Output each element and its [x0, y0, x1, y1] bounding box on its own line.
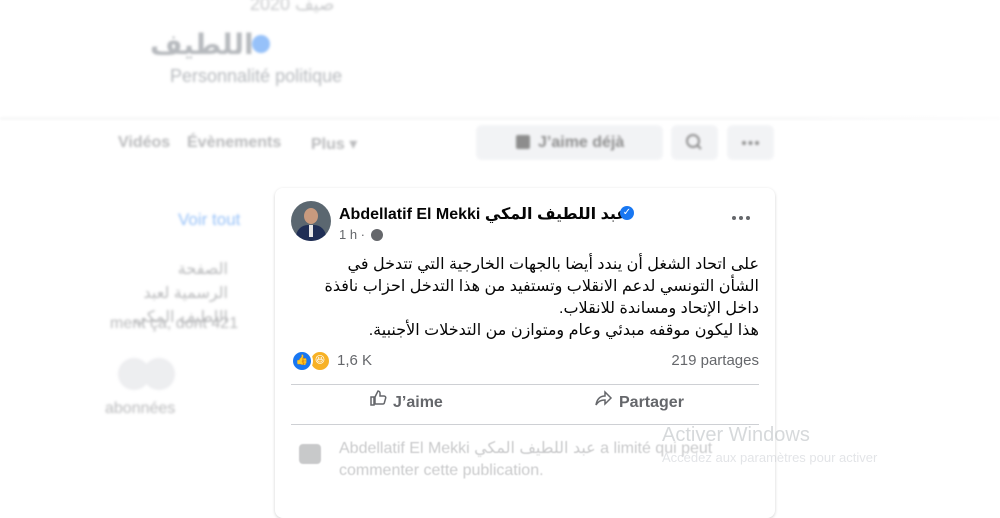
share-button[interactable]: Partager [595, 388, 684, 418]
like-label: J’aime [393, 394, 443, 411]
tab-videos[interactable]: Vidéos [118, 134, 170, 152]
left-panel [0, 188, 250, 500]
tab-more[interactable]: Plus ▾ [311, 134, 357, 154]
see-all-link[interactable]: Voir tout [178, 210, 240, 230]
subscribers-text: abonnées [105, 400, 176, 417]
windows-watermark: Activer Windows [662, 424, 810, 446]
reactions-count[interactable]: 1,6 K [337, 352, 372, 369]
verified-badge-icon [252, 35, 270, 53]
right-fade [780, 0, 1000, 500]
search-icon [686, 134, 702, 150]
post-author[interactable]: Abdellatif El Mekki عبد اللطيف المكي [339, 204, 627, 224]
like-button[interactable]: J’aime [369, 388, 443, 418]
comment-icon [299, 444, 321, 464]
verified-badge-icon: ✓ [620, 206, 634, 220]
avatar-head [304, 208, 318, 224]
page-category: Personnalité politique [170, 66, 343, 86]
share-label: Partager [619, 394, 684, 411]
windows-watermark-sub: Accédez aux paramètres pour activer [662, 450, 878, 465]
tab-events[interactable]: Évènements [187, 134, 281, 152]
post-line: داخل الإتحاد ومساندة للانقلاب. [559, 300, 759, 317]
share-arrow-icon [595, 388, 613, 418]
post-line: هذا ليكون موقفه مبدئي وعام ومتوازن من ال… [368, 322, 759, 339]
thumbs-up-outline-icon [369, 388, 387, 418]
globe-icon [371, 229, 383, 241]
like-reaction-icon: 👍 [291, 350, 313, 372]
avatar [143, 358, 175, 390]
post-card: Abdellatif El Mekki عبد اللطيف المكي ✓ 1… [275, 188, 775, 518]
page-name: اللطيف [150, 29, 254, 60]
post-line: الشأن التونسي لدعم الانقلاب وتستفيد من ه… [324, 278, 759, 295]
search-button[interactable] [671, 125, 718, 160]
like-page-button[interactable]: J’aime déjà [476, 125, 663, 160]
avatar-tie [309, 225, 313, 237]
author-avatar[interactable] [291, 201, 331, 241]
like-page-label: J’aime déjà [538, 134, 625, 151]
ellipsis-icon [732, 216, 750, 220]
post-options-button[interactable] [729, 205, 753, 225]
likes-count-text: ment ça, dont 421 [110, 315, 239, 332]
thumbs-up-icon [516, 135, 530, 149]
ellipsis-icon [742, 141, 759, 145]
post-line: على اتحاد الشغل أن يندد أيضا بالجهات الخ… [347, 256, 759, 273]
post-text: على اتحاد الشغل أن يندد أيضا بالجهات الخ… [293, 254, 759, 342]
divider [291, 384, 759, 385]
post-time[interactable]: 1 h · [339, 227, 365, 242]
header-top-text: صيف 2020 [250, 0, 335, 14]
shares-count[interactable]: 219 partages [671, 352, 759, 369]
more-options-button[interactable] [727, 125, 774, 160]
